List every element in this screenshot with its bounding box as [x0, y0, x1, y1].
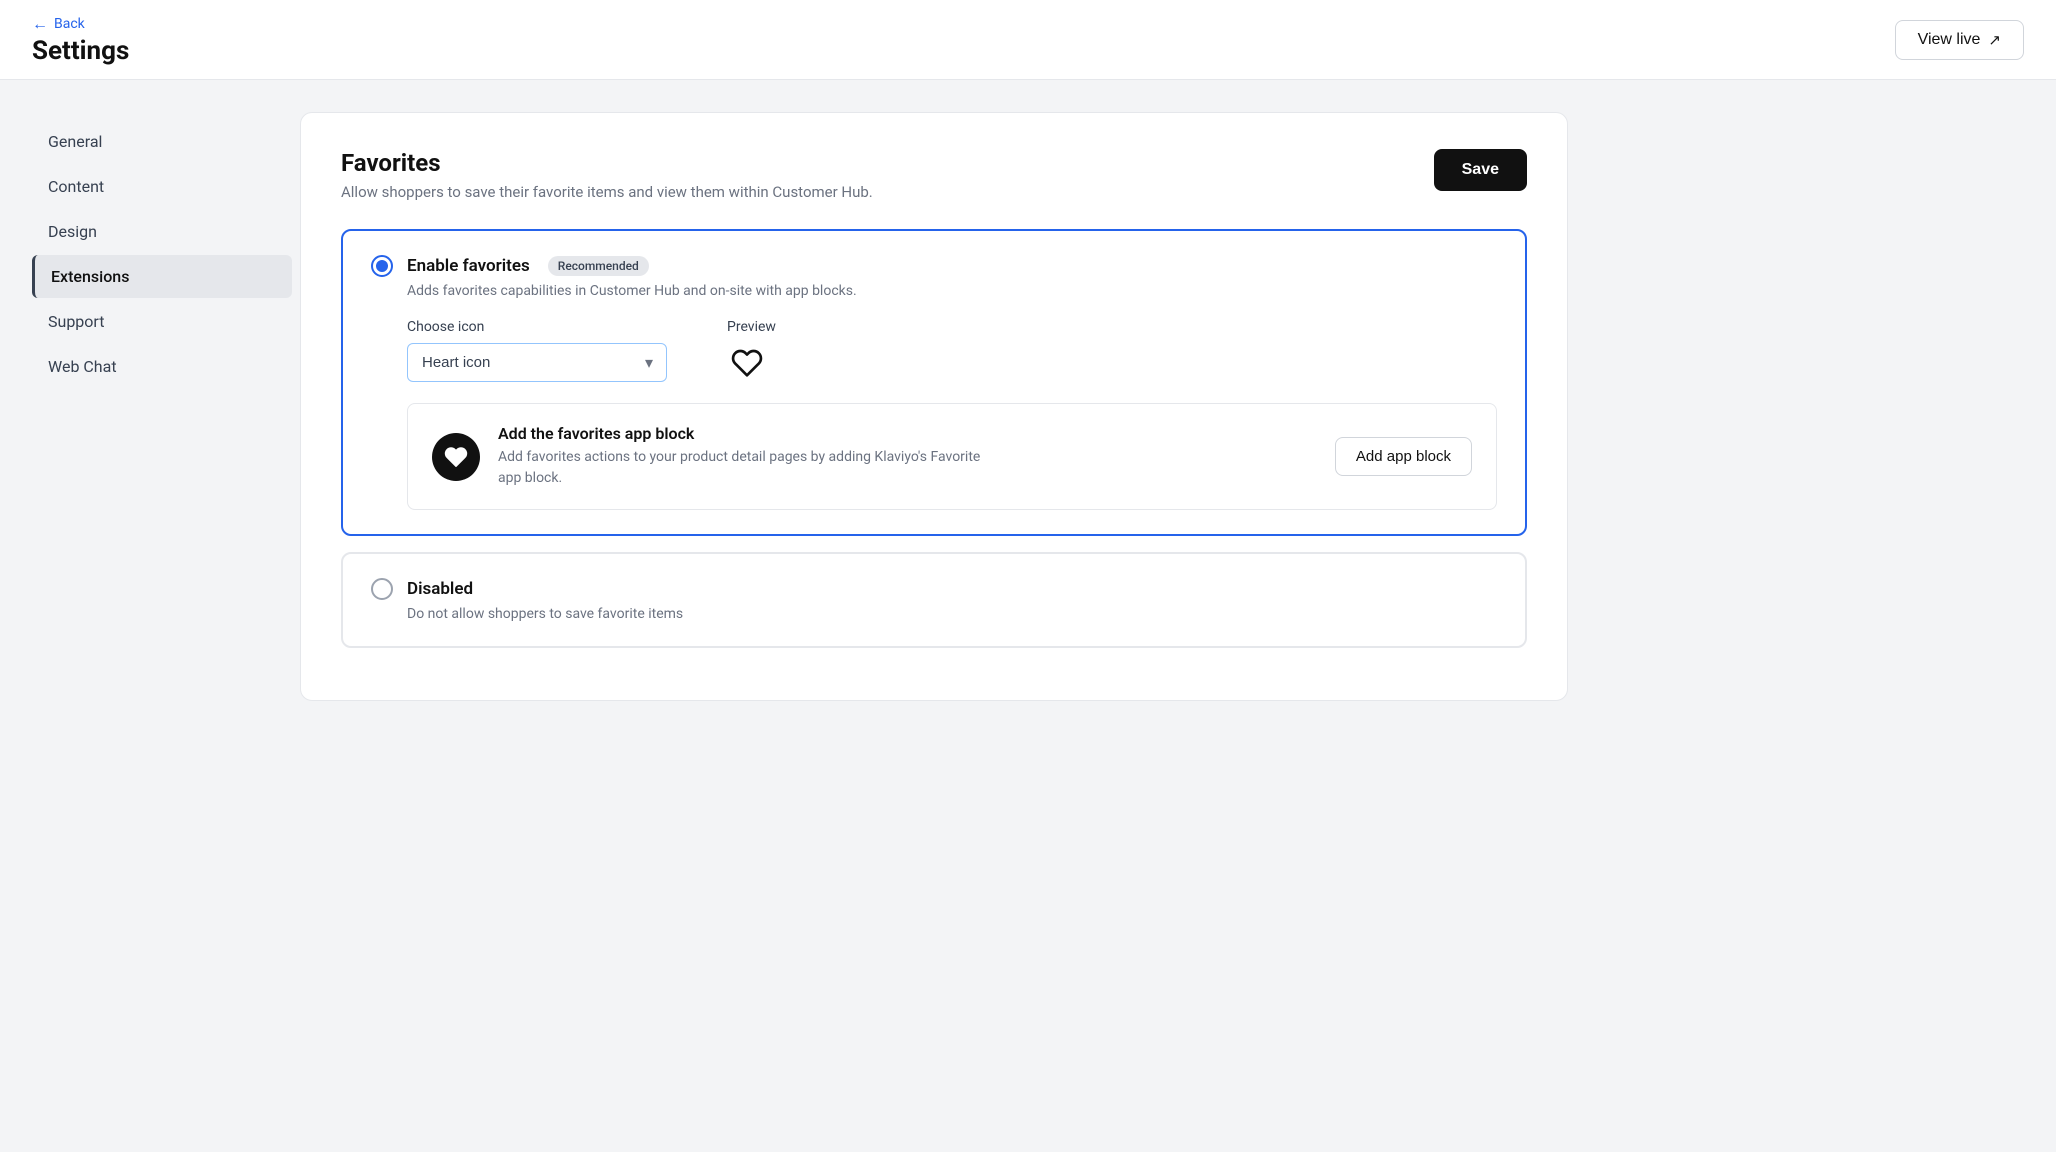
content-header: Favorites Allow shoppers to save their f…: [341, 149, 1527, 201]
app-block-description: Add favorites actions to your product de…: [498, 447, 998, 489]
disabled-option-header: Disabled: [371, 578, 1497, 600]
icon-select-dropdown[interactable]: Heart icon Star icon Bookmark icon: [407, 343, 667, 382]
sidebar-item-web-chat[interactable]: Web Chat: [32, 345, 292, 388]
icon-preview-row: Choose icon Heart icon Star icon Bookmar…: [407, 319, 1497, 383]
content-title-group: Favorites Allow shoppers to save their f…: [341, 149, 873, 201]
add-app-block-button[interactable]: Add app block: [1335, 437, 1472, 476]
enable-favorites-description: Adds favorites capabilities in Customer …: [407, 283, 1497, 299]
content-subtitle: Allow shoppers to save their favorite it…: [341, 183, 873, 201]
disabled-option-card: Disabled Do not allow shoppers to save f…: [341, 552, 1527, 648]
sidebar-item-general[interactable]: General: [32, 120, 292, 163]
save-button[interactable]: Save: [1434, 149, 1527, 191]
disabled-radio[interactable]: [371, 578, 393, 600]
disabled-option-description: Do not allow shoppers to save favorite i…: [407, 606, 1497, 622]
sidebar-item-support[interactable]: Support: [32, 300, 292, 343]
back-arrow-icon: ←: [32, 14, 48, 34]
icon-section: Choose icon Heart icon Star icon Bookmar…: [407, 319, 667, 382]
page-title: Settings: [32, 36, 129, 66]
app-block-title: Add the favorites app block: [498, 424, 998, 443]
content-title: Favorites: [341, 149, 873, 177]
app-block-heart-icon: [432, 433, 480, 481]
preview-section: Preview: [727, 319, 776, 383]
heart-preview-icon: [727, 343, 767, 383]
main-layout: General Content Design Extensions Suppor…: [0, 80, 1600, 733]
app-block-card: Add the favorites app block Add favorite…: [407, 403, 1497, 510]
sidebar-item-design[interactable]: Design: [32, 210, 292, 253]
app-block-left: Add the favorites app block Add favorite…: [432, 424, 998, 489]
icon-select-wrapper: Heart icon Star icon Bookmark icon ▾: [407, 343, 667, 382]
recommended-badge: Recommended: [548, 256, 649, 276]
content-area: Favorites Allow shoppers to save their f…: [300, 112, 1568, 701]
enable-favorites-title: Enable favorites: [407, 256, 530, 276]
choose-icon-label: Choose icon: [407, 319, 667, 335]
preview-label: Preview: [727, 319, 776, 335]
top-bar: ← Back Settings View live ↗: [0, 0, 2056, 80]
enable-favorites-radio[interactable]: [371, 255, 393, 277]
app-block-text: Add the favorites app block Add favorite…: [498, 424, 998, 489]
back-label: Back: [54, 16, 85, 32]
back-link[interactable]: ← Back: [32, 14, 129, 34]
external-link-icon: ↗: [1988, 31, 2001, 49]
sidebar: General Content Design Extensions Suppor…: [32, 112, 292, 701]
view-live-button[interactable]: View live ↗: [1895, 20, 2024, 60]
enable-favorites-header: Enable favorites Recommended: [371, 255, 1497, 277]
top-bar-left: ← Back Settings: [32, 14, 129, 66]
disabled-option-title: Disabled: [407, 579, 473, 599]
sidebar-item-extensions[interactable]: Extensions: [32, 255, 292, 298]
view-live-label: View live: [1918, 31, 1981, 49]
enable-favorites-card: Enable favorites Recommended Adds favori…: [341, 229, 1527, 536]
sidebar-item-content[interactable]: Content: [32, 165, 292, 208]
